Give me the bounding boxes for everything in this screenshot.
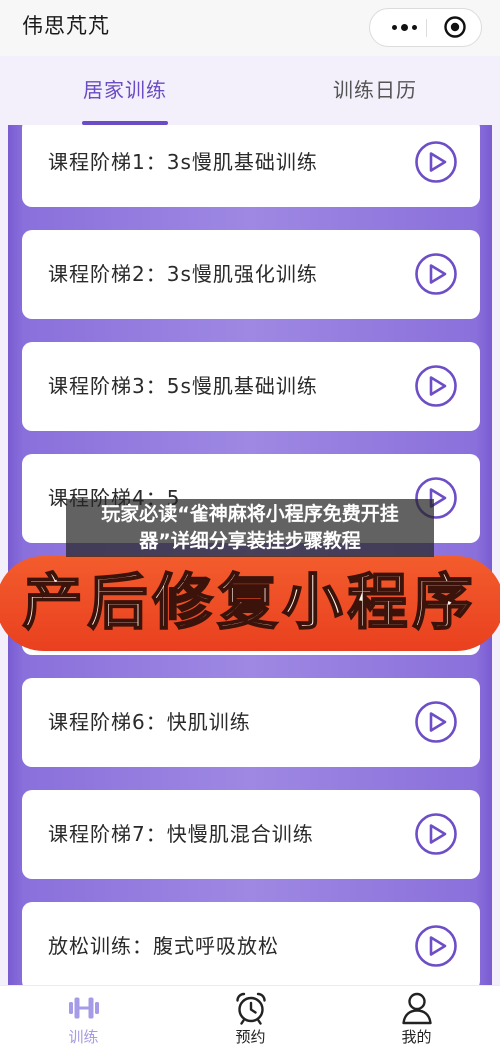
course-card[interactable]: 课程阶梯3：5s慢肌基础训练	[22, 342, 480, 431]
dot	[391, 25, 397, 30]
notice-line-2: 器”详细分享装挂步骤教程	[139, 530, 361, 552]
course-card[interactable]: 课程阶梯7：快慢肌混合训练	[22, 790, 480, 879]
play-icon[interactable]	[414, 364, 458, 408]
dot	[400, 24, 408, 31]
play-icon[interactable]	[414, 700, 458, 744]
course-card[interactable]: 课程阶梯6：快肌训练	[22, 678, 480, 767]
play-icon[interactable]	[414, 924, 458, 968]
dumbbell-icon	[68, 997, 99, 1019]
top-bar: 伟思芃芃	[0, 0, 500, 56]
dot	[411, 25, 417, 30]
alarm-clock-icon	[235, 992, 266, 1025]
play-icon[interactable]	[414, 252, 458, 296]
course-card[interactable]: 课程阶梯1：3s慢肌基础训练	[22, 118, 480, 207]
nav-label: 预约	[235, 1028, 266, 1046]
promo-banner: 产后修复小程序	[0, 556, 500, 651]
course-title: 放松训练：腹式呼吸放松	[48, 934, 279, 958]
app-title: 伟思芃芃	[22, 14, 110, 38]
play-icon[interactable]	[414, 812, 458, 856]
capsule-divider	[426, 19, 427, 37]
nav-item-profile[interactable]: 我的	[333, 986, 500, 1054]
course-title: 课程阶梯2：3s慢肌强化训练	[48, 262, 318, 286]
course-card[interactable]: 课程阶梯2：3s慢肌强化训练	[22, 230, 480, 319]
course-title: 课程阶梯7：快慢肌混合训练	[48, 822, 314, 846]
play-icon[interactable]	[414, 140, 458, 184]
nav-item-training[interactable]: 训练	[0, 986, 167, 1054]
banner-text: 产后修复小程序	[22, 567, 478, 639]
bottom-nav: 训练 预约 我的	[0, 985, 500, 1054]
nav-label: 我的	[401, 1028, 432, 1046]
course-title: 课程阶梯3：5s慢肌基础训练	[48, 374, 318, 398]
person-icon	[401, 992, 432, 1025]
nav-label: 训练	[68, 1028, 99, 1046]
course-title: 课程阶梯1：3s慢肌基础训练	[48, 150, 318, 174]
tab-bar: 居家训练 训练日历	[0, 56, 500, 125]
target-icon[interactable]	[443, 15, 467, 39]
mini-program-capsule	[369, 8, 482, 47]
active-tab-indicator	[82, 121, 168, 125]
tab-home-training[interactable]: 居家训练	[0, 56, 250, 125]
notice-caption: 玩家必读“雀神麻将小程序免费开挂 器”详细分享装挂步骤教程	[66, 499, 434, 557]
mini-program-page: 伟思芃芃 居家训练 训练日历 课程阶梯1：3s慢肌基础训练 课程阶梯2：3s慢肌…	[0, 0, 500, 1054]
more-dots-icon[interactable]	[384, 9, 424, 46]
notice-line-1: 玩家必读“雀神麻将小程序免费开挂	[101, 503, 399, 525]
course-title: 课程阶梯6：快肌训练	[48, 710, 251, 734]
course-card[interactable]: 放松训练：腹式呼吸放松	[22, 902, 480, 991]
tab-training-calendar[interactable]: 训练日历	[250, 56, 500, 125]
nav-item-booking[interactable]: 预约	[167, 986, 334, 1054]
